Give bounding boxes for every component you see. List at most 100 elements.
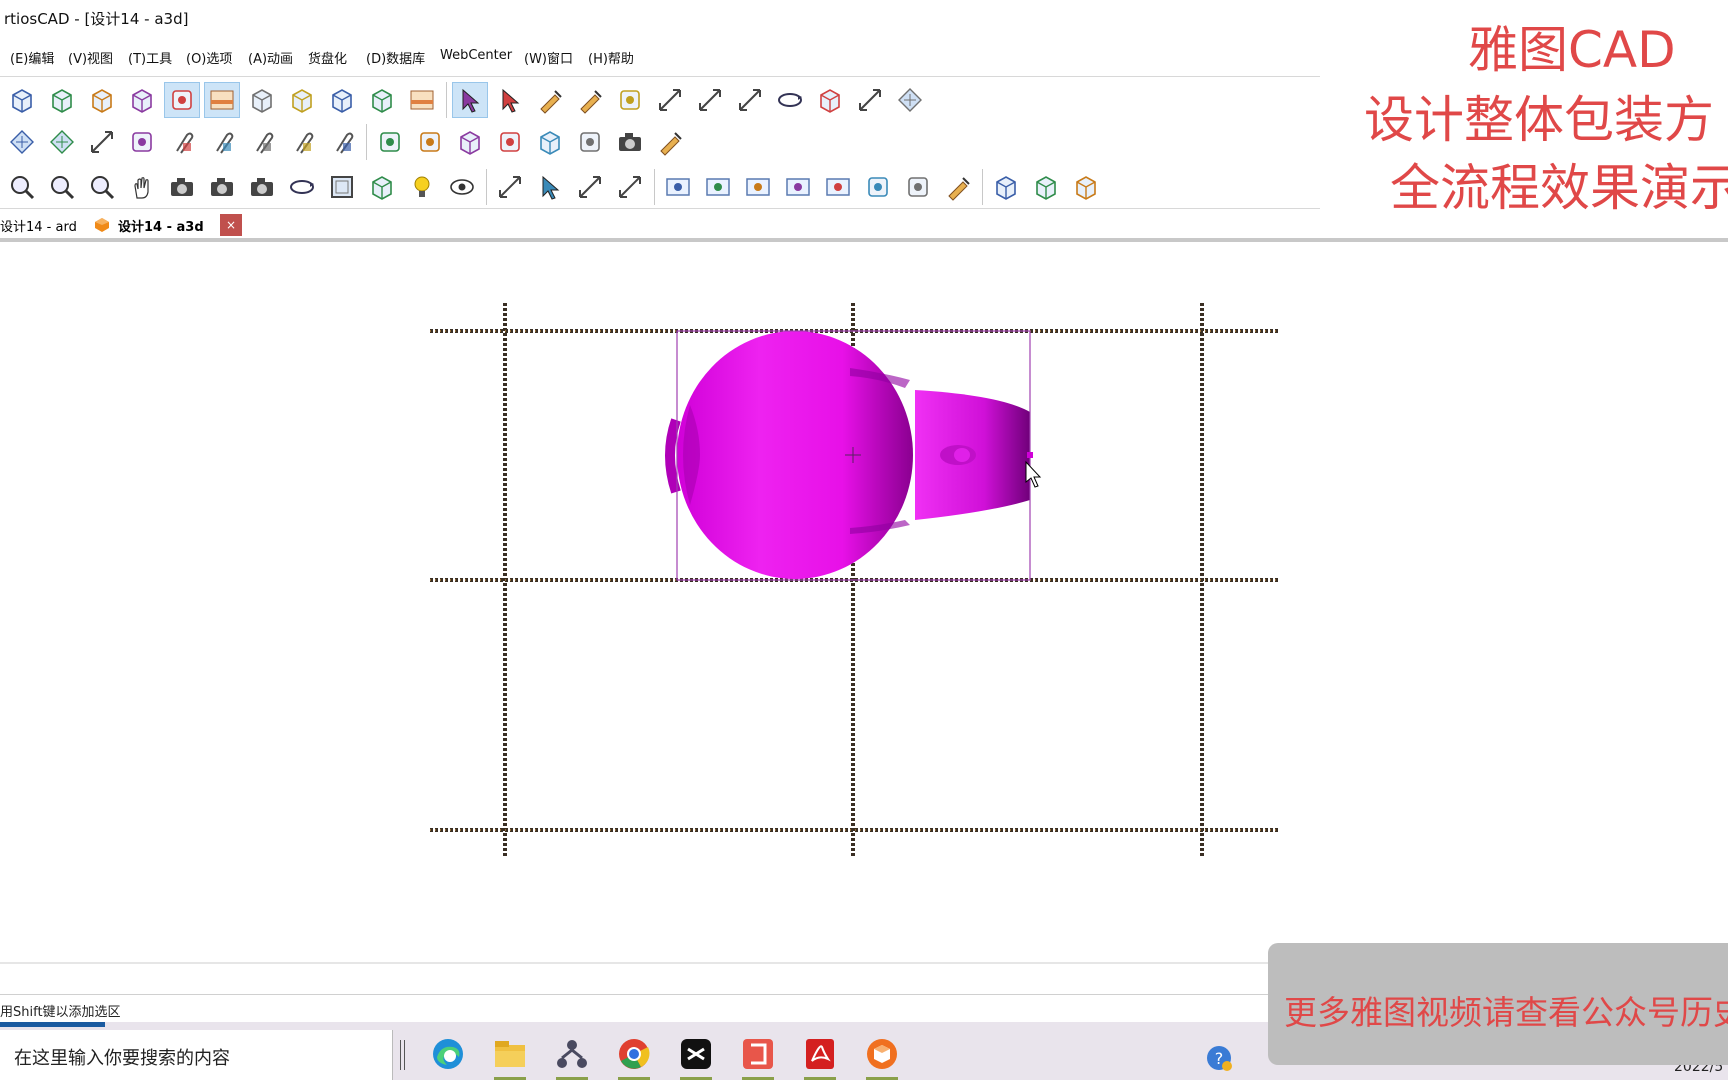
camera-next-button[interactable] (244, 169, 280, 205)
move-3d2-button[interactable] (612, 169, 648, 205)
film-play-button[interactable] (780, 169, 816, 205)
light-bulb-button[interactable] (404, 169, 440, 205)
overlay-line-1: 雅图CAD (1468, 21, 1676, 79)
taskbar-search-box[interactable]: 在这里输入你要搜索的内容 (0, 1030, 393, 1080)
select-green-button[interactable] (492, 82, 528, 118)
help-tray-icon[interactable]: ? (1205, 1044, 1233, 1076)
red-app-icon[interactable] (738, 1034, 778, 1080)
ruler-button[interactable] (940, 169, 976, 205)
rotate-button[interactable] (772, 82, 808, 118)
film-sync2-button[interactable] (740, 169, 776, 205)
move-3d-button[interactable] (572, 169, 608, 205)
folder-icon[interactable] (490, 1034, 530, 1080)
film-add-button[interactable] (660, 169, 696, 205)
clip-button[interactable] (164, 124, 200, 160)
menu-window[interactable]: (W)窗口 (524, 48, 573, 67)
pallet-button[interactable] (372, 124, 408, 160)
cube-dark-button[interactable] (364, 82, 400, 118)
menu-palletize[interactable]: 货盘化 (308, 48, 347, 67)
frame-button[interactable] (324, 169, 360, 205)
zoom-fit-button[interactable] (84, 169, 120, 205)
eye-button[interactable] (444, 169, 480, 205)
printer-button[interactable] (492, 124, 528, 160)
box-3d-button[interactable] (364, 169, 400, 205)
sunset-scene-button[interactable] (204, 82, 240, 118)
grid-layout-button[interactable] (892, 82, 928, 118)
zoom-in-button[interactable] (44, 169, 80, 205)
clip-edit-button[interactable] (204, 124, 240, 160)
pin-add-button[interactable] (652, 124, 688, 160)
cube-wire2-button[interactable] (1028, 169, 1064, 205)
viewport-drawing[interactable] (0, 242, 1728, 962)
shuffle-button[interactable] (860, 169, 896, 205)
stack-scene-button[interactable] (404, 82, 440, 118)
push-pin-button[interactable] (572, 82, 608, 118)
menu-edit[interactable]: (E)编辑 (10, 48, 54, 67)
chrome-icon[interactable] (614, 1034, 654, 1080)
box-red-wire-button[interactable] (324, 82, 360, 118)
menu-view[interactable]: (V)视图 (68, 48, 113, 67)
3d-viewport[interactable] (0, 242, 1728, 962)
menu-animation[interactable]: (A)动画 (248, 48, 293, 67)
box-front-button[interactable] (4, 82, 40, 118)
ball-box-button[interactable] (452, 124, 488, 160)
dimension-button[interactable] (84, 124, 120, 160)
dim-line-button[interactable] (492, 169, 528, 205)
pdf-icon[interactable] (800, 1034, 840, 1080)
menu-options[interactable]: (O)选项 (186, 48, 232, 67)
clip-cut-button[interactable] (284, 124, 320, 160)
box-stack-button[interactable] (812, 82, 848, 118)
box-blue-button[interactable] (244, 82, 280, 118)
bottles-button[interactable] (412, 124, 448, 160)
film-delete-button[interactable] (820, 169, 856, 205)
tab-design14-ard[interactable]: 设计14 - ard (0, 212, 86, 238)
dim-arrow-button[interactable] (532, 169, 568, 205)
camera-button[interactable] (164, 169, 200, 205)
zoom-out-button[interactable] (4, 169, 40, 205)
wave-button[interactable] (900, 169, 936, 205)
move-copy2-button[interactable] (692, 82, 728, 118)
tab-design14-a3d[interactable]: 设计14 - a3d (94, 212, 216, 238)
select-arrow-button[interactable] (452, 82, 488, 118)
measure-pencil-button[interactable] (532, 82, 568, 118)
layout-red-button[interactable] (4, 124, 40, 160)
cube-delete-icon (1076, 176, 1096, 200)
edge-icon[interactable] (428, 1034, 468, 1074)
box-blue-icon (252, 89, 272, 113)
camera-prev-button[interactable] (204, 169, 240, 205)
menu-tools[interactable]: (T)工具 (128, 48, 172, 67)
truck-button[interactable] (572, 124, 608, 160)
zoom-out-icon (11, 176, 35, 200)
move-copy-button[interactable] (652, 82, 688, 118)
clip-orange-button[interactable] (244, 124, 280, 160)
camera-icon (171, 178, 193, 196)
menu-webcenter[interactable]: WebCenter (440, 48, 512, 63)
box-wire-button[interactable] (84, 82, 120, 118)
clip-delete-button[interactable] (324, 124, 360, 160)
move-cross-button[interactable] (852, 82, 888, 118)
line-edit-button[interactable] (612, 82, 648, 118)
selection-handle[interactable] (1027, 452, 1033, 458)
camera-next-icon (251, 178, 273, 196)
tab-close-button[interactable]: × (220, 214, 242, 236)
box-red-button[interactable] (284, 82, 320, 118)
menu-database[interactable]: (D)数据库 (366, 48, 425, 67)
cube-wire-button[interactable] (988, 169, 1024, 205)
film-sync-button[interactable] (700, 169, 736, 205)
camera-small-button[interactable] (612, 124, 648, 160)
box-red-dotted-button[interactable] (532, 124, 568, 160)
hand-pan-button[interactable] (124, 169, 160, 205)
diamond-button[interactable] (124, 124, 160, 160)
scale-button[interactable] (732, 82, 768, 118)
layout-blue-button[interactable] (44, 124, 80, 160)
box-open-button[interactable] (44, 82, 80, 118)
artios-icon[interactable] (862, 1034, 902, 1080)
toolbar-separator (486, 169, 487, 205)
capcut-icon[interactable] (676, 1034, 716, 1080)
orbit-button[interactable] (284, 169, 320, 205)
panel-fold-button[interactable] (164, 82, 200, 118)
cube-delete-button[interactable] (1068, 169, 1104, 205)
menu-help[interactable]: (H)帮助 (588, 48, 634, 67)
box-fold-button[interactable] (124, 82, 160, 118)
network-icon[interactable] (552, 1034, 592, 1080)
